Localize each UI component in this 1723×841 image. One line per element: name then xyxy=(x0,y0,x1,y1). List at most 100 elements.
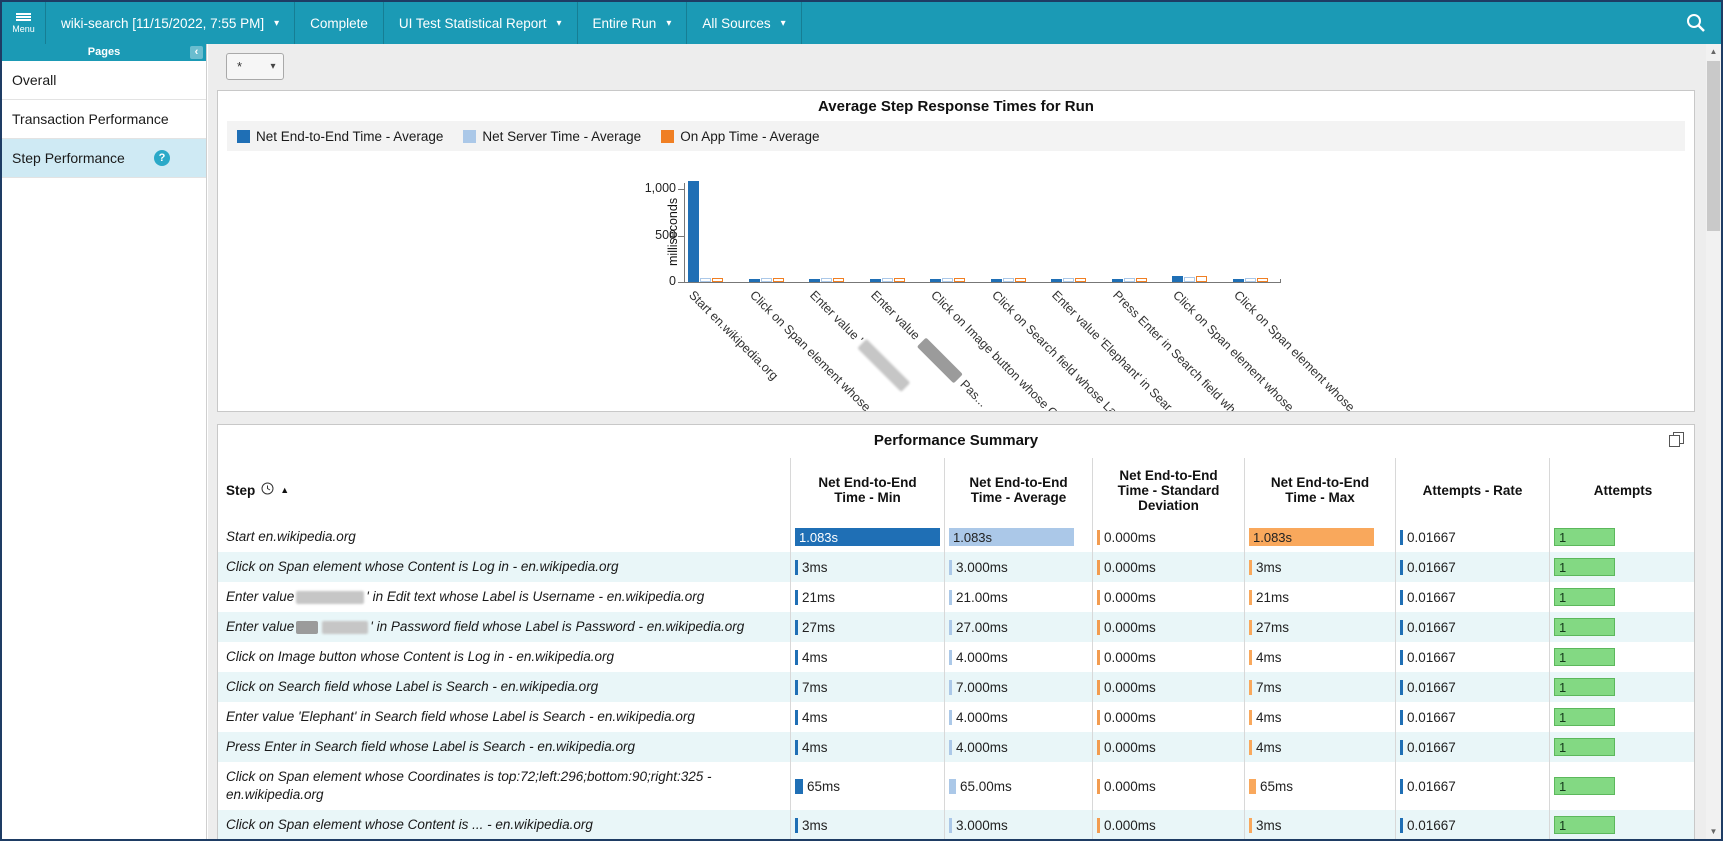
hamburger-icon xyxy=(16,12,31,22)
value-bar xyxy=(795,710,798,725)
cell-rate: 0.01667 xyxy=(1395,672,1549,702)
scroll-down-arrow[interactable]: ▼ xyxy=(1706,824,1721,839)
step-name: Click on Span element whose Content is L… xyxy=(218,552,790,582)
cell-min: 4ms xyxy=(790,702,944,732)
value-text: 0.000ms xyxy=(1104,650,1156,665)
main-content: * ▾ Average Step Response Times for Run … xyxy=(208,44,1706,839)
cell-max: 65ms xyxy=(1244,762,1395,810)
value-text: 65ms xyxy=(1260,779,1293,794)
scroll-up-arrow[interactable]: ▲ xyxy=(1706,44,1721,59)
vertical-scrollbar[interactable]: ▲ ▼ xyxy=(1706,44,1721,839)
value-text: 4ms xyxy=(1256,710,1282,725)
value-bar xyxy=(949,590,952,605)
value-bar xyxy=(795,590,798,605)
value-text: 4ms xyxy=(1256,650,1282,665)
cell-max: 3ms xyxy=(1244,552,1395,582)
bar-net-server xyxy=(821,278,832,282)
table-row: Click on Span element whose Coordinates … xyxy=(218,762,1694,810)
value-bar xyxy=(1400,560,1403,575)
cell-min: 3ms xyxy=(790,552,944,582)
table-row: Start en.wikipedia.org1.083s1.083s0.000m… xyxy=(218,522,1694,552)
filter-dropdown[interactable]: * ▾ xyxy=(226,53,284,80)
help-icon[interactable]: ? xyxy=(154,150,170,166)
cell-min: 4ms xyxy=(790,642,944,672)
performance-summary-panel: Performance Summary Step▲Net End-to-End … xyxy=(217,424,1695,839)
filter-value: * xyxy=(227,59,263,74)
bar-net-e2e xyxy=(1051,279,1062,282)
table-row: Click on Image button whose Content is L… xyxy=(218,642,1694,672)
value-text: 65.00ms xyxy=(960,779,1012,794)
cell-attempts: 1 xyxy=(1549,732,1695,762)
scrollbar-thumb[interactable] xyxy=(1707,61,1720,231)
value-text: 0.000ms xyxy=(1104,740,1156,755)
cell-min: 21ms xyxy=(790,582,944,612)
cell-max: 4ms xyxy=(1244,642,1395,672)
column-header-net-end-to-end-time-min[interactable]: Net End-to-End Time - Min xyxy=(790,458,944,522)
column-header-net-end-to-end-time-average[interactable]: Net End-to-End Time - Average xyxy=(944,458,1092,522)
value-bar: 1 xyxy=(1554,558,1615,576)
value-text: 0.000ms xyxy=(1104,710,1156,725)
redacted-text xyxy=(857,339,910,392)
step-name: Enter value ' in Edit text whose Label i… xyxy=(218,582,790,612)
column-header-step[interactable]: Step▲ xyxy=(218,458,790,522)
column-header-net-end-to-end-time-max[interactable]: Net End-to-End Time - Max xyxy=(1244,458,1395,522)
sidebar-item-label: Overall xyxy=(12,72,56,88)
cell-rate: 0.01667 xyxy=(1395,732,1549,762)
menu-button[interactable]: Menu xyxy=(2,2,46,44)
value-bar xyxy=(949,818,952,833)
sidebar-item-overall[interactable]: Overall xyxy=(2,61,206,100)
value-bar: 1.083s xyxy=(949,528,1074,546)
value-bar xyxy=(1400,650,1403,665)
value-bar xyxy=(1400,740,1403,755)
sidebar-item-step-performance[interactable]: Step Performance? xyxy=(2,139,206,178)
value-bar xyxy=(1400,620,1403,635)
cell-min: 1.083s xyxy=(790,522,944,552)
value-text: 0.000ms xyxy=(1104,779,1156,794)
sidebar-items: Overall Transaction PerformanceStep Perfo… xyxy=(2,61,206,178)
range-selector[interactable]: Entire Run ▾ xyxy=(578,2,688,44)
value-text: 7.000ms xyxy=(956,680,1008,695)
report-selector[interactable]: UI Test Statistical Report ▾ xyxy=(384,2,578,44)
column-header-net-end-to-end-time-standard-deviation[interactable]: Net End-to-End Time - Standard Deviation xyxy=(1092,458,1244,522)
bar-on-app xyxy=(833,278,844,282)
value-bar xyxy=(949,620,952,635)
sidebar-item-transaction-performance[interactable]: Transaction Performance xyxy=(2,100,206,139)
value-text: 3ms xyxy=(802,818,828,833)
sources-selector[interactable]: All Sources ▾ xyxy=(687,2,801,44)
copy-button[interactable] xyxy=(1669,432,1684,452)
value-text: 1 xyxy=(1555,710,1566,725)
run-selector[interactable]: wiki-search [11/15/2022, 7:55 PM] ▾ xyxy=(46,2,295,44)
pages-header: Pages ‹ xyxy=(2,44,206,61)
status-badge: Complete xyxy=(295,2,384,44)
value-text: 4ms xyxy=(802,710,828,725)
value-text: 1 xyxy=(1555,620,1566,635)
column-header-attempts-rate[interactable]: Attempts - Rate xyxy=(1395,458,1549,522)
search-button[interactable] xyxy=(1671,2,1721,44)
cell-attempts: 1 xyxy=(1549,672,1695,702)
cell-rate: 0.01667 xyxy=(1395,522,1549,552)
cell-max: 3ms xyxy=(1244,810,1395,839)
cell-rate: 0.01667 xyxy=(1395,702,1549,732)
cell-min: 65ms xyxy=(790,762,944,810)
value-bar xyxy=(1097,530,1100,545)
cell-min: 27ms xyxy=(790,612,944,642)
cell-std: 0.000ms xyxy=(1092,672,1244,702)
step-name: Click on Span element whose Coordinates … xyxy=(218,762,790,810)
x-axis-label: Enter value ' xyxy=(807,288,913,394)
value-bar xyxy=(1249,818,1252,833)
table-row: Press Enter in Search field whose Label … xyxy=(218,732,1694,762)
table-header: Step▲Net End-to-End Time - MinNet End-to… xyxy=(218,458,1694,522)
column-header-attempts[interactable]: Attempts xyxy=(1549,458,1695,522)
cell-min: 4ms xyxy=(790,732,944,762)
menu-label: Menu xyxy=(12,24,35,34)
cell-std: 0.000ms xyxy=(1092,732,1244,762)
cell-attempts: 1 xyxy=(1549,552,1695,582)
bar-net-server xyxy=(1063,278,1074,282)
collapse-sidebar-button[interactable]: ‹ xyxy=(190,46,203,59)
value-text: 0.01667 xyxy=(1407,740,1456,755)
range-selector-label: Entire Run xyxy=(593,16,657,31)
step-name: Click on Image button whose Content is L… xyxy=(218,642,790,672)
value-text: 0.01667 xyxy=(1407,530,1456,545)
bar-on-app xyxy=(1196,276,1207,282)
bar-on-app xyxy=(1075,278,1086,282)
